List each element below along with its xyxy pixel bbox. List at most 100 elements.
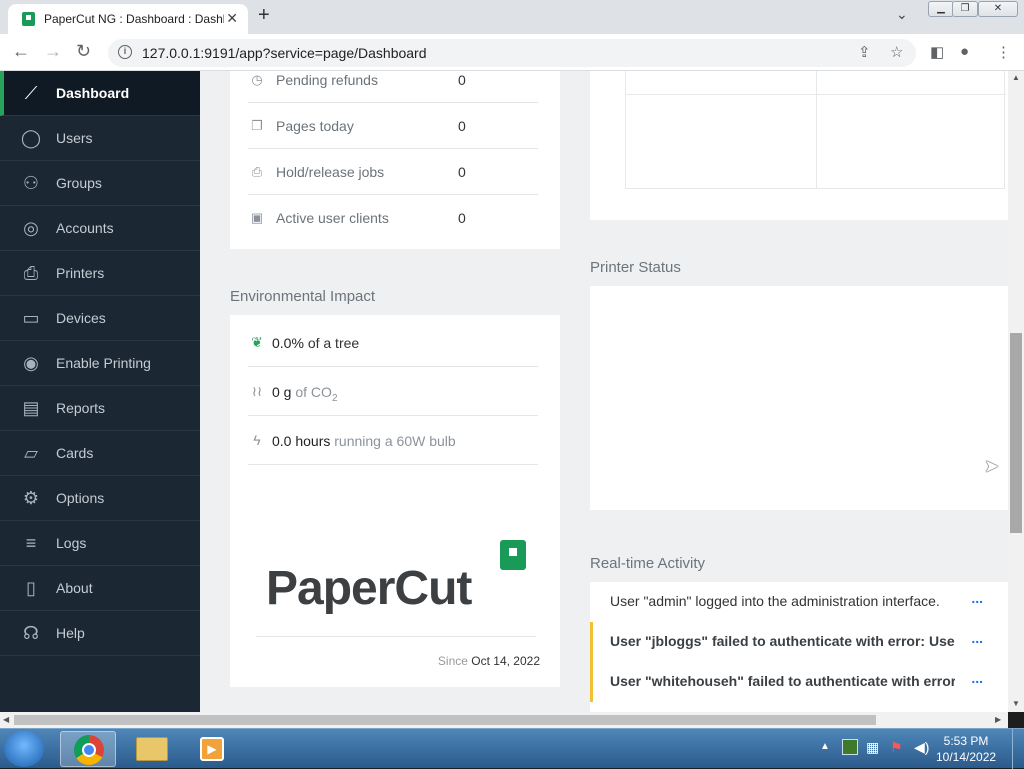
share-icon[interactable]: ⇪ <box>858 43 871 61</box>
sidebar-item-cards[interactable]: ▱ Cards <box>0 431 200 476</box>
show-desktop-button[interactable] <box>1012 729 1024 769</box>
sidebar-item-label: Help <box>56 625 85 641</box>
chart-area <box>625 71 1006 189</box>
clock-icon: ◷ <box>251 72 263 87</box>
sidebar-item-users[interactable]: ◯ Users <box>0 116 200 161</box>
vertical-scrollbar[interactable]: ▲ ▼ <box>1008 71 1024 712</box>
address-toolbar: ← → ↻ i 127.0.0.1:9191/app?service=page/… <box>0 34 1024 71</box>
taskbar-media-app[interactable]: ▶ <box>184 731 240 767</box>
sidebar-item-groups[interactable]: ⚇ Groups <box>0 161 200 206</box>
forward-arrow-icon[interactable]: → <box>44 41 62 62</box>
chart-gridline <box>626 94 1006 95</box>
horizontal-scrollbar[interactable]: ◀ ▶ <box>0 712 1008 728</box>
windows-start-button[interactable] <box>4 731 44 767</box>
url-text[interactable]: 127.0.0.1:9191/app?service=page/Dashboar… <box>142 45 427 61</box>
activity-item: User "admin" logged into the administrat… <box>590 582 1007 622</box>
sidebar-item-reports[interactable]: ▤ Reports <box>0 386 200 431</box>
stat-label: Hold/release jobs <box>276 164 385 180</box>
show-hidden-icons-icon[interactable]: ▲ <box>820 741 830 752</box>
site-info-icon[interactable]: i <box>118 45 132 59</box>
tab-search-chevron-icon[interactable]: ⌄ <box>896 6 908 23</box>
realtime-activity-card: User "admin" logged into the administrat… <box>590 582 1008 712</box>
stat-label: Pending refunds <box>276 72 378 88</box>
chart-line-icon: ⟋ <box>24 83 38 103</box>
sidebar-item-options[interactable]: ⚙ Options <box>0 476 200 521</box>
back-arrow-icon[interactable]: ← <box>12 41 30 62</box>
stats-card: ◷ Pending refunds 0 ❐ Pages today 0 ⎙ Hold/rele… <box>230 71 560 249</box>
horizontal-scroll-thumb[interactable] <box>14 715 876 725</box>
papercut-logo: PaperCut <box>266 537 528 617</box>
browser-tab-bar: PaperCut NG : Dashboard : Dashboard ✕ + … <box>0 0 1024 34</box>
volume-icon[interactable]: ◀) <box>914 739 929 756</box>
activity-text: User "jbloggs" failed to authenticate wi… <box>610 633 955 649</box>
menu-kebab-icon[interactable]: ⋮ <box>996 43 1011 61</box>
stat-value: 0 <box>458 72 466 88</box>
activity-more-button[interactable]: ... <box>971 670 983 686</box>
activity-text: User "admin" logged into the administrat… <box>610 593 940 609</box>
taskbar-explorer-app[interactable] <box>124 731 180 767</box>
tree-impact-row: ❦ 0.0% of a tree <box>248 318 538 367</box>
stat-label: Active user clients <box>276 210 389 226</box>
papercut-favicon-icon <box>22 12 35 26</box>
address-bar[interactable]: i 127.0.0.1:9191/app?service=page/Dashbo… <box>108 39 916 67</box>
pages-icon: ❐ <box>251 118 263 133</box>
activity-text: User "whitehouseh" failed to authenticat… <box>610 673 955 689</box>
scroll-down-arrow-icon[interactable]: ▼ <box>1012 699 1020 708</box>
taskbar-clock[interactable]: 5:53 PM 10/14/2022 <box>936 733 996 765</box>
co2-text: of CO <box>295 384 332 400</box>
sidebar-item-enable-printing[interactable]: ◉ Enable Printing <box>0 341 200 386</box>
windows-taskbar: ▶ ▲ ▦ ⚑ ◀) 5:53 PM 10/14/2022 <box>0 728 1024 769</box>
enable-printing-icon: ◉ <box>23 353 39 373</box>
divider <box>256 636 536 637</box>
reload-icon[interactable]: ↻ <box>76 41 91 62</box>
sidebar-item-label: Users <box>56 130 93 146</box>
activity-more-button[interactable]: ... <box>971 590 983 606</box>
vertical-scroll-thumb[interactable] <box>1010 333 1022 533</box>
close-window-button[interactable]: ✕ <box>978 1 1018 17</box>
sidebar-item-label: Dashboard <box>56 85 130 101</box>
bulb-impact-row: ϟ 0.0 hours running a 60W bulb <box>248 416 538 465</box>
minimize-button[interactable]: ▁ <box>928 1 954 17</box>
side-panel-icon[interactable]: ◧ <box>930 43 944 61</box>
sidebar-item-label: About <box>56 580 93 596</box>
clock-date: 10/14/2022 <box>936 750 997 764</box>
sidebar-item-logs[interactable]: ≡ Logs <box>0 521 200 566</box>
sidebar-item-help[interactable]: ☊ Help <box>0 611 200 656</box>
taskbar-chrome-app[interactable] <box>60 731 116 767</box>
stat-value: 0 <box>458 118 466 134</box>
sidebar-item-about[interactable]: ▯ About <box>0 566 200 611</box>
new-tab-icon[interactable]: + <box>258 4 270 27</box>
restore-button[interactable]: ❐ <box>952 1 978 17</box>
tray-app-icon[interactable] <box>842 739 858 755</box>
profile-avatar-icon[interactable]: ● <box>960 43 969 60</box>
tab-title: PaperCut NG : Dashboard : Dashboard <box>44 12 224 26</box>
browser-tab[interactable]: PaperCut NG : Dashboard : Dashboard ✕ <box>8 4 248 34</box>
sidebar-item-accounts[interactable]: ◎ Accounts <box>0 206 200 251</box>
printer-status-title: Printer Status <box>590 259 681 276</box>
printer-icon: ⎙ <box>23 263 39 283</box>
scroll-up-arrow-icon[interactable]: ▲ <box>1012 73 1020 82</box>
sidebar-item-printers[interactable]: ⎙ Printers <box>0 251 200 296</box>
since-date: Oct 14, 2022 <box>471 654 540 668</box>
chart-card <box>590 71 1008 220</box>
scroll-left-arrow-icon[interactable]: ◀ <box>3 715 9 724</box>
sidebar-nav: ⟋ Dashboard ◯ Users ⚇ Groups ◎ Accounts ⎙ Printer… <box>0 71 200 712</box>
sidebar-item-label: Cards <box>56 445 94 461</box>
sidebar-item-label: Devices <box>56 310 106 326</box>
network-icon[interactable]: ▦ <box>866 739 879 756</box>
bookmark-star-icon[interactable]: ☆ <box>890 43 903 61</box>
activity-more-button[interactable]: ... <box>971 630 983 646</box>
sidebar-item-dashboard[interactable]: ⟋ Dashboard <box>0 71 200 116</box>
sidebar-item-label: Groups <box>56 175 102 191</box>
tab-close-icon[interactable]: ✕ <box>226 10 238 27</box>
scroll-right-arrow-icon[interactable]: ▶ <box>995 715 1001 724</box>
leaf-icon: ❦ <box>251 334 263 350</box>
environmental-impact-title: Environmental Impact <box>230 288 376 305</box>
action-center-flag-icon[interactable]: ⚑ <box>890 739 903 756</box>
lightning-icon: ϟ <box>253 432 261 448</box>
stat-value: 0 <box>458 210 466 226</box>
mouse-cursor-icon: ➤ <box>984 456 1000 476</box>
sidebar-item-devices[interactable]: ▭ Devices <box>0 296 200 341</box>
bulb-text: running a 60W bulb <box>334 433 456 449</box>
headset-icon: ☊ <box>23 623 39 643</box>
